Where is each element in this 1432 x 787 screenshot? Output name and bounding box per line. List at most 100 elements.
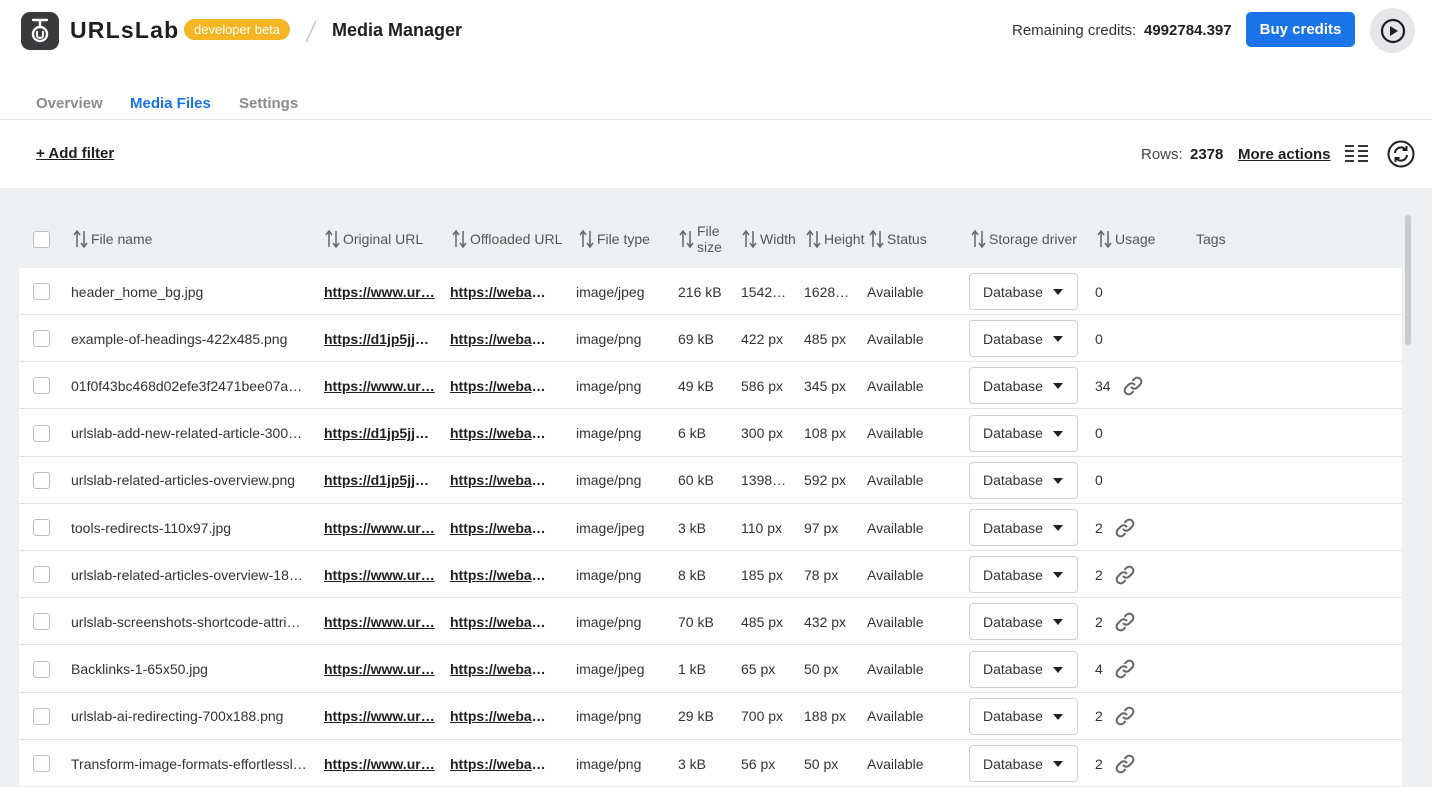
table-row[interactable]: Transform-image-formats-effortlessly… htt… bbox=[19, 740, 1402, 787]
file-size: 216 kB bbox=[678, 283, 722, 300]
original-url-link[interactable]: https://www.ur… bbox=[324, 598, 436, 645]
status: Available bbox=[867, 519, 924, 536]
original-url-link[interactable]: https://www.ur… bbox=[324, 646, 436, 693]
storage-driver-select[interactable]: Database bbox=[969, 414, 1078, 452]
link-icon[interactable] bbox=[1114, 693, 1136, 740]
link-icon[interactable] bbox=[1114, 740, 1136, 787]
more-actions-button[interactable]: More actions bbox=[1238, 146, 1331, 163]
table-scrollbar[interactable] bbox=[1405, 215, 1411, 345]
original-url-link[interactable]: https://www.ur… bbox=[324, 504, 436, 551]
link-icon[interactable] bbox=[1114, 551, 1136, 598]
tab-overview[interactable]: Overview bbox=[36, 95, 103, 112]
offloaded-url-link[interactable]: https://webad… bbox=[450, 551, 554, 598]
file-name: urlslab-add-new-related-article-300x… bbox=[71, 425, 307, 442]
file-type: image/png bbox=[576, 472, 642, 489]
sort-arrows-icon bbox=[325, 229, 340, 249]
storage-driver-select[interactable]: Database bbox=[969, 650, 1078, 688]
column-original-url[interactable]: Original URL bbox=[325, 210, 423, 268]
storage-driver-select[interactable]: Database bbox=[969, 509, 1078, 546]
row-checkbox[interactable] bbox=[33, 551, 50, 598]
storage-driver-select[interactable]: Database bbox=[969, 461, 1078, 499]
image-height: 78 px bbox=[804, 566, 839, 583]
original-url-link[interactable]: https://www.ur… bbox=[324, 362, 436, 409]
table-row[interactable]: Backlinks-1-65x50.jpg https://www.ur… http… bbox=[19, 646, 1402, 693]
usage-count: 2 bbox=[1095, 708, 1103, 725]
urlslab-logo-icon[interactable] bbox=[21, 12, 59, 50]
column-height[interactable]: Height bbox=[806, 210, 864, 268]
add-filter-button[interactable]: + Add filter bbox=[36, 145, 114, 162]
table-row[interactable]: urlslab-related-articles-overview.png htt… bbox=[19, 457, 1402, 504]
table-row[interactable]: example-of-headings-422x485.png https://d… bbox=[19, 315, 1402, 363]
table-row[interactable]: urlslab-add-new-related-article-300x… htt… bbox=[19, 410, 1402, 457]
original-url-link[interactable]: https://d1jp5jjh… bbox=[324, 457, 436, 504]
row-checkbox[interactable] bbox=[33, 693, 50, 740]
storage-driver-select[interactable]: Database bbox=[969, 320, 1078, 358]
sort-arrows-icon bbox=[806, 229, 821, 249]
offloaded-url-link[interactable]: https://webad… bbox=[450, 410, 554, 457]
column-usage[interactable]: Usage bbox=[1097, 210, 1155, 268]
table-row[interactable]: urlslab-ai-redirecting-700x188.png https:… bbox=[19, 693, 1402, 740]
storage-driver-select[interactable]: Database bbox=[969, 556, 1078, 594]
row-checkbox[interactable] bbox=[33, 740, 50, 787]
storage-driver-select[interactable]: Database bbox=[969, 273, 1078, 310]
offloaded-url-link[interactable]: https://webad… bbox=[450, 504, 554, 551]
image-width: 110 px bbox=[741, 519, 782, 536]
storage-driver-select[interactable]: Database bbox=[969, 603, 1078, 641]
offloaded-url-link[interactable]: https://webad… bbox=[450, 693, 554, 740]
image-width: 1398… bbox=[741, 472, 787, 489]
offloaded-url-link[interactable]: https://webad… bbox=[450, 315, 554, 362]
offloaded-url-link[interactable]: https://webad… bbox=[450, 362, 554, 409]
table-row[interactable]: tools-redirects-110x97.jpg https://www.ur… bbox=[19, 504, 1402, 551]
table-row[interactable]: urlslab-related-articles-overview-185… ht… bbox=[19, 551, 1402, 599]
select-all-checkbox[interactable] bbox=[33, 210, 50, 268]
table-row[interactable]: 01f0f43bc468d02efe3f2471bee07a7… https://… bbox=[19, 362, 1402, 410]
offloaded-url-link[interactable]: https://webad… bbox=[450, 740, 554, 787]
buy-credits-button[interactable]: Buy credits bbox=[1246, 12, 1355, 47]
original-url-link[interactable]: https://www.ur… bbox=[324, 551, 436, 598]
column-storage-driver[interactable]: Storage driver bbox=[971, 210, 1077, 268]
link-icon[interactable] bbox=[1122, 362, 1144, 409]
storage-driver-select[interactable]: Database bbox=[969, 367, 1078, 405]
play-circle-icon[interactable] bbox=[1370, 8, 1415, 53]
column-width[interactable]: Width bbox=[742, 210, 796, 268]
tab-media-files[interactable]: Media Files bbox=[130, 95, 211, 112]
column-file-type[interactable]: File type bbox=[579, 210, 650, 268]
table-header: File name Original URL Offloaded URL Fil… bbox=[19, 210, 1402, 268]
original-url-link[interactable]: https://d1jp5jjh… bbox=[324, 410, 436, 457]
table-row[interactable]: urlslab-screenshots-shortcode-attrib… htt… bbox=[19, 598, 1402, 646]
offloaded-url-link[interactable]: https://webad… bbox=[450, 646, 554, 693]
refresh-icon[interactable] bbox=[1387, 140, 1415, 168]
column-status[interactable]: Status bbox=[869, 210, 927, 268]
file-name: header_home_bg.jpg bbox=[71, 283, 204, 300]
file-size: 1 kB bbox=[678, 661, 707, 678]
image-width: 586 px bbox=[741, 377, 784, 394]
original-url-link[interactable]: https://www.ur… bbox=[324, 693, 436, 740]
row-checkbox[interactable] bbox=[33, 504, 50, 551]
offloaded-url-link[interactable]: https://webad… bbox=[450, 457, 554, 504]
storage-driver-select[interactable]: Database bbox=[969, 745, 1078, 782]
row-checkbox[interactable] bbox=[33, 268, 50, 315]
storage-driver-select[interactable]: Database bbox=[969, 697, 1078, 735]
image-height: 485 px bbox=[804, 330, 847, 347]
row-checkbox[interactable] bbox=[33, 315, 50, 362]
offloaded-url-link[interactable]: https://webad… bbox=[450, 268, 554, 315]
row-checkbox[interactable] bbox=[33, 598, 50, 645]
link-icon[interactable] bbox=[1114, 504, 1136, 551]
column-file-size[interactable]: File size bbox=[679, 210, 722, 268]
offloaded-url-link[interactable]: https://webad… bbox=[450, 598, 554, 645]
column-list-icon[interactable] bbox=[1344, 144, 1369, 162]
link-icon[interactable] bbox=[1114, 598, 1136, 645]
link-icon[interactable] bbox=[1114, 646, 1136, 693]
original-url-link[interactable]: https://d1jp5jjh… bbox=[324, 315, 436, 362]
tab-settings[interactable]: Settings bbox=[239, 95, 298, 112]
credits-label: Remaining credits: bbox=[1012, 22, 1137, 39]
column-offloaded-url[interactable]: Offloaded URL bbox=[452, 210, 562, 268]
row-checkbox[interactable] bbox=[33, 457, 50, 504]
original-url-link[interactable]: https://www.ur… bbox=[324, 740, 436, 787]
row-checkbox[interactable] bbox=[33, 410, 50, 457]
row-checkbox[interactable] bbox=[33, 362, 50, 409]
original-url-link[interactable]: https://www.ur… bbox=[324, 268, 436, 315]
column-file-name[interactable]: File name bbox=[73, 210, 152, 268]
row-checkbox[interactable] bbox=[33, 646, 50, 693]
table-row[interactable]: header_home_bg.jpg https://www.ur… https:/… bbox=[19, 268, 1402, 315]
